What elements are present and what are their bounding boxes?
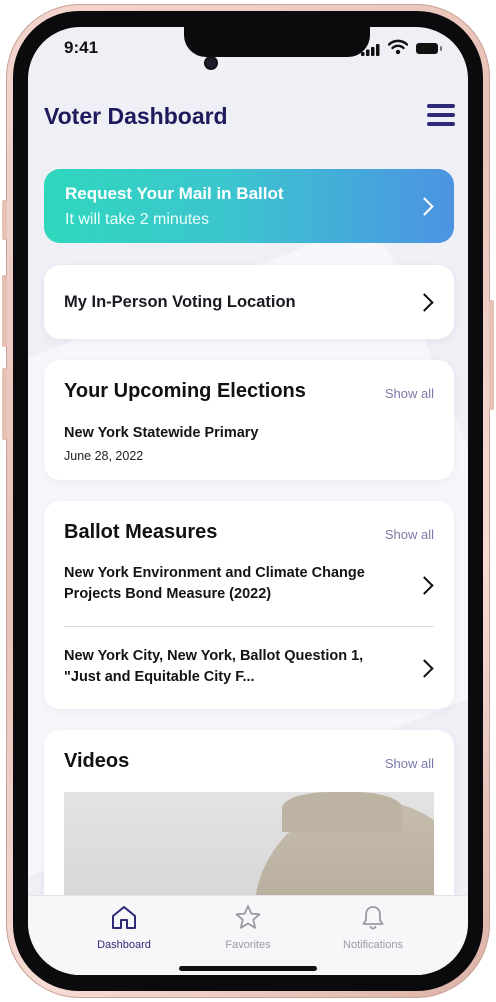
voting-location-label: My In-Person Voting Location bbox=[64, 293, 296, 311]
elections-show-all-link[interactable]: Show all bbox=[385, 386, 434, 401]
tab-label-dashboard: Dashboard bbox=[97, 939, 151, 951]
upcoming-elections-card: Your Upcoming Elections Show all New Yor… bbox=[44, 360, 454, 480]
election-item-date: June 28, 2022 bbox=[64, 449, 144, 463]
ballot-measures-heading: Ballot Measures bbox=[64, 521, 218, 543]
ballot-measure-line2: Projects Bond Measure (2022) bbox=[64, 586, 272, 602]
ballot-measure-item[interactable]: New York City, New York, Ballot Question… bbox=[64, 646, 444, 690]
tab-dashboard[interactable]: Dashboard bbox=[79, 904, 169, 951]
videos-heading: Videos bbox=[64, 750, 130, 772]
dome-cap-image bbox=[282, 792, 402, 832]
power-button bbox=[489, 300, 494, 410]
measures-show-all-link[interactable]: Show all bbox=[385, 527, 434, 542]
bell-icon bbox=[362, 906, 384, 930]
mute-switch bbox=[2, 200, 7, 240]
hamburger-menu-icon[interactable] bbox=[427, 104, 455, 128]
ballot-measure-line1: New York City, New York, Ballot Question… bbox=[64, 648, 364, 664]
list-divider bbox=[64, 626, 434, 627]
wifi-icon bbox=[388, 39, 408, 55]
battery-icon bbox=[416, 43, 442, 54]
voting-location-card[interactable]: My In-Person Voting Location bbox=[44, 265, 454, 339]
chevron-right-icon bbox=[415, 293, 434, 312]
tab-notifications[interactable]: Notifications bbox=[328, 904, 418, 951]
ballot-measure-line1: New York Environment and Climate Change bbox=[64, 565, 365, 581]
upcoming-elections-heading: Your Upcoming Elections bbox=[64, 380, 306, 402]
cellular-signal-icon bbox=[361, 44, 380, 56]
volume-up-button bbox=[2, 275, 7, 347]
status-time: 9:41 bbox=[64, 38, 99, 57]
tab-favorites[interactable]: Favorites bbox=[203, 904, 293, 951]
ballot-measure-line2: "Just and Equitable City F... bbox=[64, 669, 255, 685]
home-indicator[interactable] bbox=[179, 966, 317, 971]
tab-label-notifications: Notifications bbox=[343, 939, 403, 951]
ballot-measures-card: Ballot Measures Show all New York Enviro… bbox=[44, 501, 454, 709]
volume-down-button bbox=[2, 368, 7, 440]
video-thumbnail[interactable] bbox=[64, 792, 434, 912]
tab-label-favorites: Favorites bbox=[225, 939, 271, 951]
election-item-title[interactable]: New York Statewide Primary bbox=[64, 423, 259, 444]
ballot-request-title: Request Your Mail in Ballot bbox=[65, 184, 284, 203]
request-mail-ballot-button[interactable]: Request Your Mail in Ballot It will take… bbox=[44, 169, 454, 243]
page-title: Voter Dashboard bbox=[44, 103, 228, 129]
ballot-measure-item[interactable]: New York Environment and Climate Change … bbox=[64, 563, 444, 607]
chevron-right-icon bbox=[415, 197, 434, 216]
star-icon bbox=[235, 905, 261, 929]
ballot-request-subtitle: It will take 2 minutes bbox=[65, 211, 210, 228]
videos-show-all-link[interactable]: Show all bbox=[385, 756, 434, 771]
app-screen: 9:41 Voter Dashboard Request Your Mail i… bbox=[28, 27, 468, 975]
bottom-tab-bar: Dashboard Favorites Notifications bbox=[28, 895, 468, 975]
status-bar: 9:41 bbox=[28, 27, 468, 71]
home-icon bbox=[112, 906, 136, 929]
